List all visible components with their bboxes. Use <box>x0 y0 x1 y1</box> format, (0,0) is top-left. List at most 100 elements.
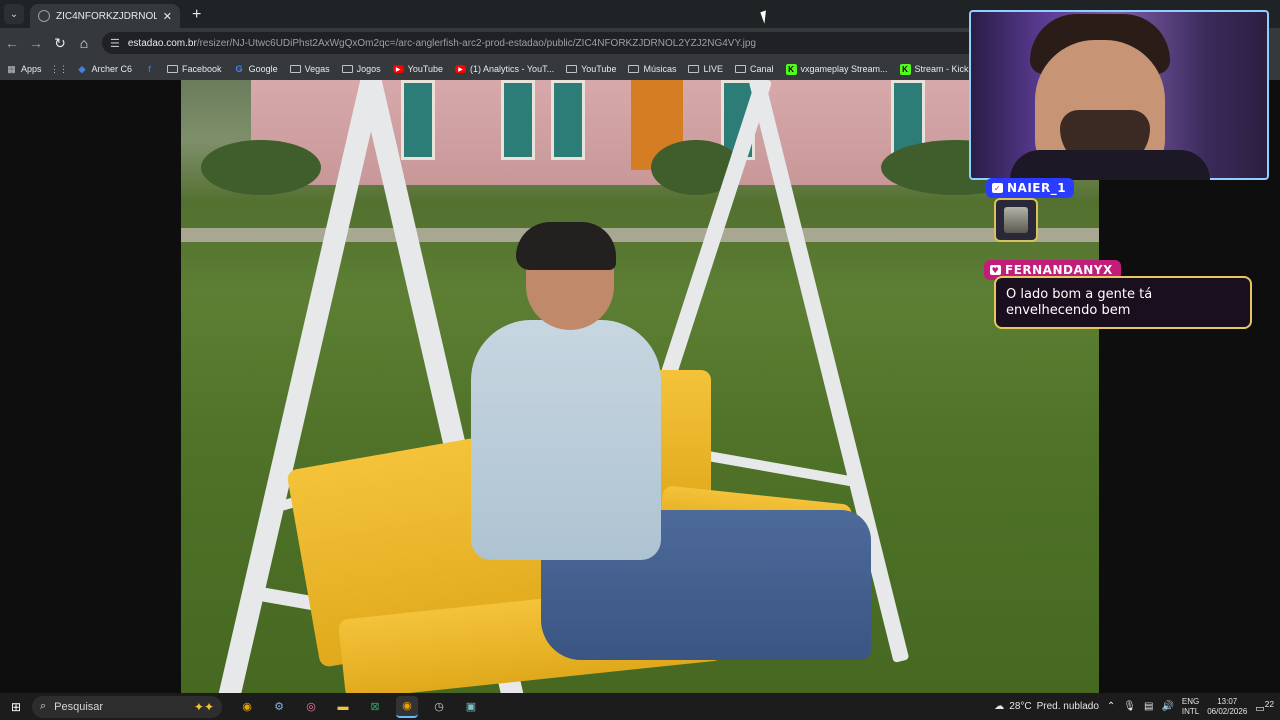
steam-icon[interactable]: ⚙ <box>268 696 290 718</box>
taskbar-apps: ◉ ⚙ ◎ ▬ ⊠ ◉ ◷ ▣ <box>236 695 482 718</box>
windows-start-icon[interactable]: ⊞ <box>0 700 32 714</box>
clock-date: 06/02/2026 <box>1207 706 1248 716</box>
chrome-icon[interactable]: ◉ <box>236 696 258 718</box>
router-icon: ◈ <box>78 63 86 74</box>
chat-user-label: NAIER_1 <box>1007 181 1067 195</box>
youtube-icon: ▶ <box>392 65 404 73</box>
site-info-icon[interactable]: ☰ <box>110 37 120 50</box>
chat-sticker <box>994 198 1038 242</box>
tab-title: ZIC4NFORKZJDRNOL2YZJ2NG4VY.jpg <box>56 10 157 22</box>
weather-widget[interactable]: ☁ 28°C Pred. nublado <box>994 701 1099 712</box>
chat-username-1: ✓ NAIER_1 <box>986 178 1075 198</box>
notification-icon[interactable]: ▭22 <box>1255 699 1274 714</box>
url-host: estadao.com.br <box>127 37 197 49</box>
language-indicator[interactable]: ENG INTL <box>1182 697 1199 717</box>
bookmark-label: LIVE <box>703 64 723 74</box>
bookmark-item[interactable]: YouTube <box>566 64 616 74</box>
new-tab-button[interactable]: + <box>192 6 201 24</box>
bookmark-item[interactable]: Facebook <box>167 64 222 74</box>
taskbar: ⊞ ⌕ Pesquisar ✦✦ ◉ ⚙ ◎ ▬ ⊠ ◉ ◷ ▣ ☁ 28°C … <box>0 693 1280 720</box>
bookmark-item[interactable]: ▶ (1) Analytics - YouT... <box>455 64 554 74</box>
folder-icon <box>734 65 746 73</box>
apps-grid-icon: ⋮⋮ <box>50 63 69 74</box>
url-text: estadao.com.br/resizer/NJ-Utwc6UDiPhst2A… <box>128 38 756 49</box>
sticker-image <box>1004 207 1028 233</box>
home-icon[interactable]: ⌂ <box>72 35 96 51</box>
bookmark-item[interactable]: Jogos <box>341 64 381 74</box>
network-icon[interactable]: ▤ <box>1144 701 1153 712</box>
bookmark-item[interactable]: Músicas <box>628 64 676 74</box>
bookmark-item[interactable]: ▦ Apps <box>6 63 42 75</box>
volume-icon[interactable]: 🔊 <box>1161 701 1173 712</box>
kick-icon: K <box>899 63 911 75</box>
chrome-active-icon[interactable]: ◉ <box>396 695 418 718</box>
bookmark-item[interactable]: Vegas <box>289 64 330 74</box>
bookmark-label: Vegas <box>304 64 330 74</box>
bookmark-item[interactable]: ▶ YouTube <box>392 64 444 74</box>
close-icon[interactable]: ✕ <box>163 10 172 23</box>
chat-message: O lado bom a gente tá envelhecendo bem <box>994 276 1252 329</box>
grid-icon: ▦ <box>7 63 16 74</box>
clock[interactable]: 13:07 06/02/2026 <box>1207 697 1247 717</box>
bookmark-label: Canal <box>749 64 774 74</box>
address-bar[interactable]: ☰ estadao.com.br/resizer/NJ-Utwc6UDiPhst… <box>102 32 982 54</box>
bookmark-item[interactable]: ⋮⋮ <box>50 63 69 75</box>
heart-badge-icon: ♥ <box>990 265 1001 275</box>
excel-icon[interactable]: ⊠ <box>364 696 386 718</box>
youtube-icon: ▶ <box>455 65 467 73</box>
mod-badge-icon: ✓ <box>992 183 1003 193</box>
obs-icon[interactable]: ◎ <box>300 696 322 718</box>
bookmark-item[interactable]: f <box>144 64 155 75</box>
bookmark-label: YouTube <box>581 64 617 74</box>
bookmark-label: Jogos <box>356 64 381 74</box>
image-view <box>181 80 1099 693</box>
chevron-up-icon[interactable]: ⌃ <box>1107 701 1115 712</box>
microphone-icon[interactable]: 🎙 <box>1123 701 1136 712</box>
folder-icon <box>628 65 640 73</box>
lang-code: ENG <box>1181 696 1200 706</box>
bookmark-label: YouTube <box>407 64 444 74</box>
tab-active[interactable]: ZIC4NFORKZJDRNOL2YZJ2NG4VY.jpg ✕ <box>30 4 180 28</box>
facebook-icon: f <box>148 64 152 74</box>
reload-icon[interactable]: ↻ <box>48 35 72 52</box>
bookmark-item[interactable]: Kvxgameplay Stream... <box>785 63 888 75</box>
bookmark-label: Facebook <box>182 64 222 74</box>
notification-count: 22 <box>1264 698 1274 709</box>
weather-temp: 28°C <box>1009 701 1032 712</box>
bookmark-label: (1) Analytics - YouT... <box>470 64 555 74</box>
lang-layout: INTL <box>1181 706 1200 716</box>
tab-search-button[interactable]: ⌄ <box>4 4 24 24</box>
taskbar-search[interactable]: ⌕ Pesquisar ✦✦ <box>32 695 222 718</box>
bookmark-label: Google <box>248 64 278 74</box>
folder-icon <box>167 65 179 73</box>
bookmark-item[interactable]: G Google <box>234 64 278 75</box>
weather-desc: Pred. nublado <box>1036 701 1099 712</box>
streamer-shirt <box>1010 150 1210 180</box>
url-path: /resizer/NJ-Utwc6UDiPhst2AxWgQxOm2qc=/ar… <box>196 37 756 49</box>
search-icon: ⌕ <box>40 700 47 712</box>
folder-icon <box>289 65 301 73</box>
bookmark-label: Archer C6 <box>91 64 133 74</box>
kick-icon: K <box>785 63 797 75</box>
clock-time: 13:07 <box>1217 696 1238 706</box>
photos-icon[interactable]: ▣ <box>460 696 482 718</box>
google-icon: G <box>235 64 243 74</box>
copilot-sparkle-icon: ✦✦ <box>193 699 214 714</box>
search-placeholder: Pesquisar <box>54 700 104 713</box>
forward-icon[interactable]: → <box>24 35 48 51</box>
clock-app-icon[interactable]: ◷ <box>428 696 450 718</box>
folder-icon <box>688 65 700 73</box>
bookmark-label: Músicas <box>643 64 677 74</box>
bookmark-item[interactable]: LIVE <box>688 64 723 74</box>
system-tray: ☁ 28°C Pred. nublado ⌃ 🎙 ▤ 🔊 ENG INTL 13:… <box>994 693 1280 720</box>
cloud-icon: ☁ <box>994 701 1005 712</box>
back-icon[interactable]: ← <box>0 35 24 51</box>
file-explorer-icon[interactable]: ▬ <box>332 696 354 718</box>
folder-icon <box>566 65 578 73</box>
bookmark-label: vxgameplay Stream... <box>800 64 888 74</box>
globe-icon <box>38 10 50 22</box>
bookmark-item[interactable]: Canal <box>734 64 774 74</box>
bookmark-item[interactable]: ◈ Archer C6 <box>77 63 133 75</box>
folder-icon <box>341 65 353 73</box>
bookmark-label: Apps <box>21 64 42 74</box>
